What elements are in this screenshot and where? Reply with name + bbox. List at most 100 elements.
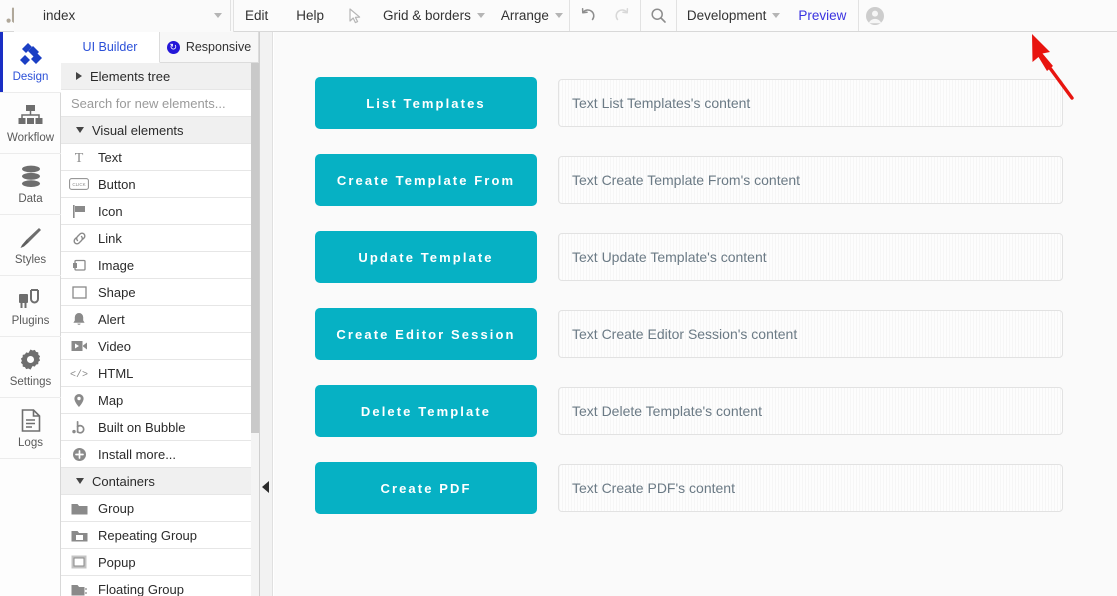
table-row: List Templates Text List Templates's con… bbox=[315, 77, 1063, 129]
alert-bell-icon bbox=[67, 312, 91, 327]
elements-tree-toggle[interactable]: Elements tree bbox=[61, 63, 259, 90]
element-item-label: Map bbox=[98, 392, 124, 408]
tab-ui-builder[interactable]: UI Builder bbox=[61, 32, 160, 63]
svg-text:T: T bbox=[75, 151, 84, 164]
table-row: Update Template Text Update Template's c… bbox=[315, 231, 1063, 283]
sidebar-item-logs[interactable]: Logs bbox=[0, 398, 61, 459]
element-item-group[interactable]: Group bbox=[61, 495, 259, 522]
element-item-video[interactable]: Video bbox=[61, 333, 259, 360]
canvas-rows: List Templates Text List Templates's con… bbox=[315, 77, 1063, 539]
sidebar-item-label: Settings bbox=[9, 375, 52, 388]
canvas-text-list-templates[interactable]: Text List Templates's content bbox=[558, 79, 1063, 127]
sidebar-item-settings[interactable]: Settings bbox=[0, 337, 61, 398]
arrange-menu[interactable]: Arrange bbox=[491, 0, 569, 31]
tab-responsive[interactable]: ↻ Responsive bbox=[160, 32, 259, 63]
sidebar-item-label: Workflow bbox=[6, 131, 55, 144]
element-item-label: Video bbox=[98, 338, 132, 354]
chevron-down-icon bbox=[214, 13, 222, 18]
panel-scrollbar-thumb[interactable] bbox=[251, 63, 259, 433]
sidebar-item-label: Design bbox=[12, 70, 49, 83]
element-item-label: Image bbox=[98, 257, 135, 273]
element-item-text[interactable]: T Text bbox=[61, 144, 259, 171]
element-item-map[interactable]: Map bbox=[61, 387, 259, 414]
element-item-install-more[interactable]: Install more... bbox=[61, 441, 259, 468]
canvas-text-create-template-from[interactable]: Text Create Template From's content bbox=[558, 156, 1063, 204]
chevron-down-icon bbox=[76, 478, 84, 484]
element-item-icon[interactable]: Icon bbox=[61, 198, 259, 225]
floating-folder-icon bbox=[67, 583, 91, 596]
panel-scrollbar[interactable] bbox=[251, 63, 259, 596]
edit-menu[interactable]: Edit bbox=[231, 0, 282, 31]
help-menu[interactable]: Help bbox=[282, 0, 338, 31]
undo-icon[interactable] bbox=[570, 0, 605, 31]
element-item-image[interactable]: Image bbox=[61, 252, 259, 279]
canvas-button-create-editor-session[interactable]: Create Editor Session bbox=[315, 308, 537, 360]
tab-label: UI Builder bbox=[82, 40, 138, 54]
canvas-button-create-pdf[interactable]: Create PDF bbox=[315, 462, 537, 514]
element-item-label: Popup bbox=[98, 554, 136, 570]
element-item-button[interactable]: CLICK Button bbox=[61, 171, 259, 198]
section-label: Visual elements bbox=[92, 122, 184, 138]
search-icon[interactable] bbox=[641, 0, 676, 31]
logs-icon bbox=[21, 408, 41, 434]
plus-circle-icon bbox=[67, 447, 91, 462]
element-item-built-on-bubble[interactable]: Built on Bubble bbox=[61, 414, 259, 441]
canvas-button-update-template[interactable]: Update Template bbox=[315, 231, 537, 283]
element-item-label: Group bbox=[98, 500, 135, 516]
canvas-button-delete-template[interactable]: Delete Template bbox=[315, 385, 537, 437]
sidebar-item-styles[interactable]: Styles bbox=[0, 215, 61, 276]
search-elements-input[interactable]: Search for new elements... bbox=[61, 90, 259, 117]
canvas-button-create-template-from[interactable]: Create Template From bbox=[315, 154, 537, 206]
canvas-text-update-template[interactable]: Text Update Template's content bbox=[558, 233, 1063, 281]
canvas-area: List Templates Text List Templates's con… bbox=[260, 32, 1117, 596]
data-icon bbox=[20, 164, 42, 190]
element-item-floating-group[interactable]: Floating Group bbox=[61, 576, 259, 596]
sidebar-item-design[interactable]: Design bbox=[0, 32, 61, 93]
section-containers[interactable]: Containers bbox=[61, 468, 259, 495]
page-canvas[interactable]: List Templates Text List Templates's con… bbox=[274, 32, 1117, 596]
collapse-left-icon[interactable] bbox=[262, 481, 269, 493]
element-item-label: Button bbox=[98, 176, 136, 192]
user-avatar-icon[interactable] bbox=[859, 0, 891, 31]
sidebar-item-data[interactable]: Data bbox=[0, 154, 61, 215]
canvas-text-create-editor-session[interactable]: Text Create Editor Session's content bbox=[558, 310, 1063, 358]
element-item-label: Built on Bubble bbox=[98, 419, 186, 435]
cursor-pointer-icon[interactable] bbox=[338, 0, 373, 31]
element-item-repeating-group[interactable]: Repeating Group bbox=[61, 522, 259, 549]
grid-borders-menu[interactable]: Grid & borders bbox=[373, 0, 491, 31]
chevron-down-icon bbox=[772, 13, 781, 18]
element-item-shape[interactable]: Shape bbox=[61, 279, 259, 306]
elements-tree-label: Elements tree bbox=[90, 68, 171, 84]
element-item-html[interactable]: </> HTML bbox=[61, 360, 259, 387]
chevron-right-icon bbox=[76, 72, 82, 80]
section-visual-elements[interactable]: Visual elements bbox=[61, 117, 259, 144]
image-icon bbox=[67, 258, 91, 273]
chevron-down-icon bbox=[476, 13, 485, 18]
element-item-label: HTML bbox=[98, 365, 134, 381]
element-item-label: Repeating Group bbox=[98, 527, 198, 543]
tab-label: Responsive bbox=[185, 40, 252, 54]
canvas-button-list-templates[interactable]: List Templates bbox=[315, 77, 537, 129]
redo-icon[interactable] bbox=[605, 0, 640, 31]
table-row: Create Editor Session Text Create Editor… bbox=[315, 308, 1063, 360]
preview-button[interactable]: Preview bbox=[786, 0, 858, 31]
video-icon bbox=[67, 340, 91, 352]
canvas-text-create-pdf[interactable]: Text Create PDF's content bbox=[558, 464, 1063, 512]
folder-icon bbox=[67, 502, 91, 515]
element-item-popup[interactable]: Popup bbox=[61, 549, 259, 576]
text-icon: T bbox=[67, 150, 91, 164]
sidebar-item-label: Styles bbox=[14, 253, 47, 266]
chevron-down-icon bbox=[554, 13, 563, 18]
element-item-alert[interactable]: Alert bbox=[61, 306, 259, 333]
elements-panel: UI Builder ↻ Responsive Elements tree Se… bbox=[61, 32, 260, 596]
version-select[interactable]: Development bbox=[677, 0, 787, 31]
sidebar-item-plugins[interactable]: Plugins bbox=[0, 276, 61, 337]
element-item-link[interactable]: Link bbox=[61, 225, 259, 252]
canvas-text-delete-template[interactable]: Text Delete Template's content bbox=[558, 387, 1063, 435]
sidebar-item-label: Plugins bbox=[11, 314, 50, 327]
sidebar-item-workflow[interactable]: Workflow bbox=[0, 93, 61, 154]
element-select[interactable]: index bbox=[31, 0, 231, 31]
table-row: Create Template From Text Create Templat… bbox=[315, 154, 1063, 206]
link-icon bbox=[67, 231, 91, 246]
element-item-label: Icon bbox=[98, 203, 123, 219]
